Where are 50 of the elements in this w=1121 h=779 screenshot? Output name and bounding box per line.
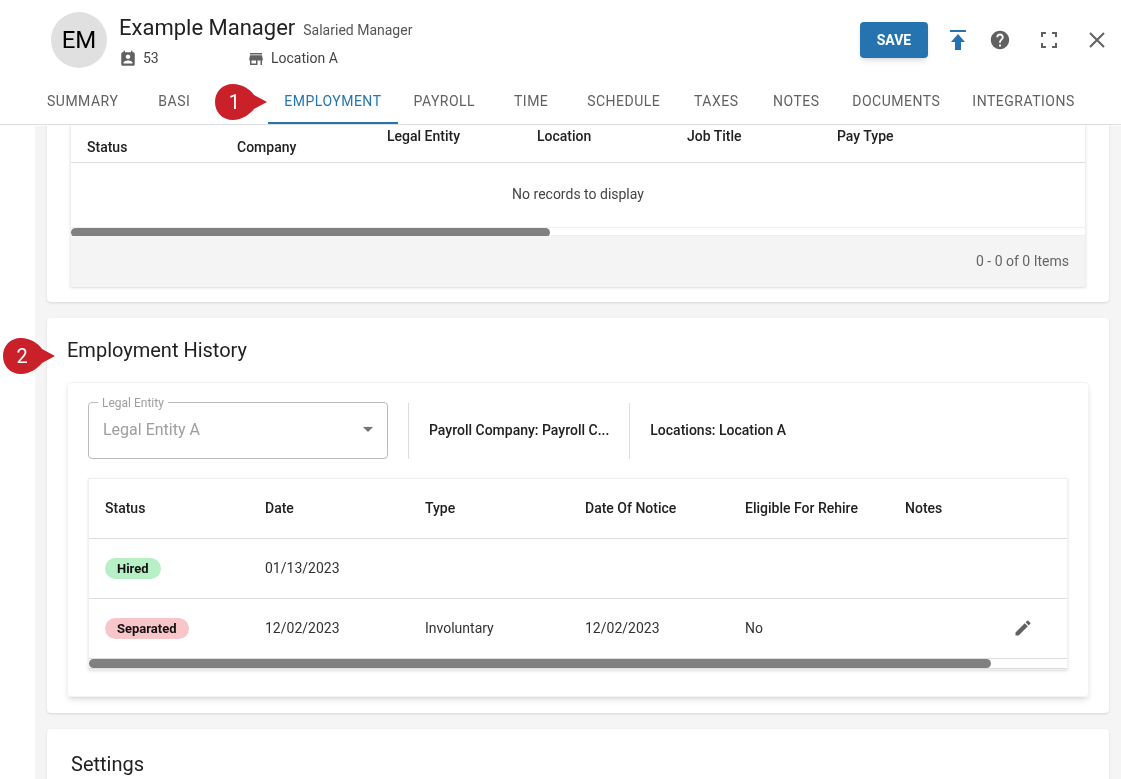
status-chip: Hired <box>105 557 161 579</box>
upload-icon[interactable] <box>948 29 968 51</box>
column-header: Notes <box>904 498 944 518</box>
tab[interactable]: NOTES <box>756 80 837 124</box>
tab[interactable]: SCHEDULE <box>571 80 677 124</box>
table-cell-text: Involuntary <box>424 618 495 638</box>
close-icon[interactable] <box>1089 32 1105 48</box>
badge-icon <box>119 49 137 68</box>
employee-role: Salaried Manager <box>303 21 413 40</box>
section-title: Employment History <box>67 337 249 362</box>
callout-number: 1 <box>227 90 241 114</box>
table-cell-text: 12/02/2023 <box>584 618 661 638</box>
tab[interactable]: TIME <box>491 80 572 124</box>
column-header: Location <box>536 126 593 146</box>
tab[interactable]: TAXES <box>676 80 757 124</box>
dropdown-caret-icon <box>363 427 373 433</box>
employee-location: Location A <box>271 49 338 68</box>
pager-info: 0 - 0 of 0 Items <box>976 251 1069 271</box>
field-label: Legal Entity <box>101 395 165 410</box>
fullscreen-icon[interactable] <box>1041 32 1057 48</box>
section-title: Settings <box>71 752 145 776</box>
column-header: Type <box>424 498 457 518</box>
column-header: Company <box>236 137 298 157</box>
tab[interactable]: DOCUMENTS <box>836 80 957 124</box>
table-cell-text: 01/13/2023 <box>264 558 341 578</box>
column-header: Status <box>104 498 147 518</box>
payroll-company: Payroll Company: Payroll C... <box>428 421 611 441</box>
avatar: EM <box>51 12 107 68</box>
column-header: Status <box>86 137 129 157</box>
help-icon[interactable] <box>989 29 1011 51</box>
employee-number: 53 <box>143 49 160 68</box>
edit-icon[interactable] <box>1013 618 1033 639</box>
column-header: Legal Entity <box>386 126 462 146</box>
empty-message: No records to display <box>512 185 644 205</box>
locations: Locations: Location A <box>649 421 788 441</box>
column-header: Eligible For Rehire <box>744 498 859 518</box>
column-header: Job Title <box>686 126 743 146</box>
table-cell-text: 12/02/2023 <box>264 618 341 638</box>
tab[interactable]: PAYROLL <box>397 80 492 124</box>
tab[interactable]: SUMMARY <box>31 80 135 124</box>
tab[interactable]: INTEGRATIONS <box>956 80 1091 124</box>
save-button[interactable]: SAVE <box>860 22 928 58</box>
tab[interactable]: BASI <box>134 80 215 124</box>
status-chip: Separated <box>105 617 189 639</box>
table-cell-text: No <box>744 618 764 638</box>
column-header: Date <box>264 498 295 518</box>
employee-name: Example Manager <box>119 14 296 42</box>
column-header: Date Of Notice <box>584 498 678 518</box>
column-header: Pay Type <box>836 126 895 146</box>
callout-number: 2 <box>15 344 29 368</box>
